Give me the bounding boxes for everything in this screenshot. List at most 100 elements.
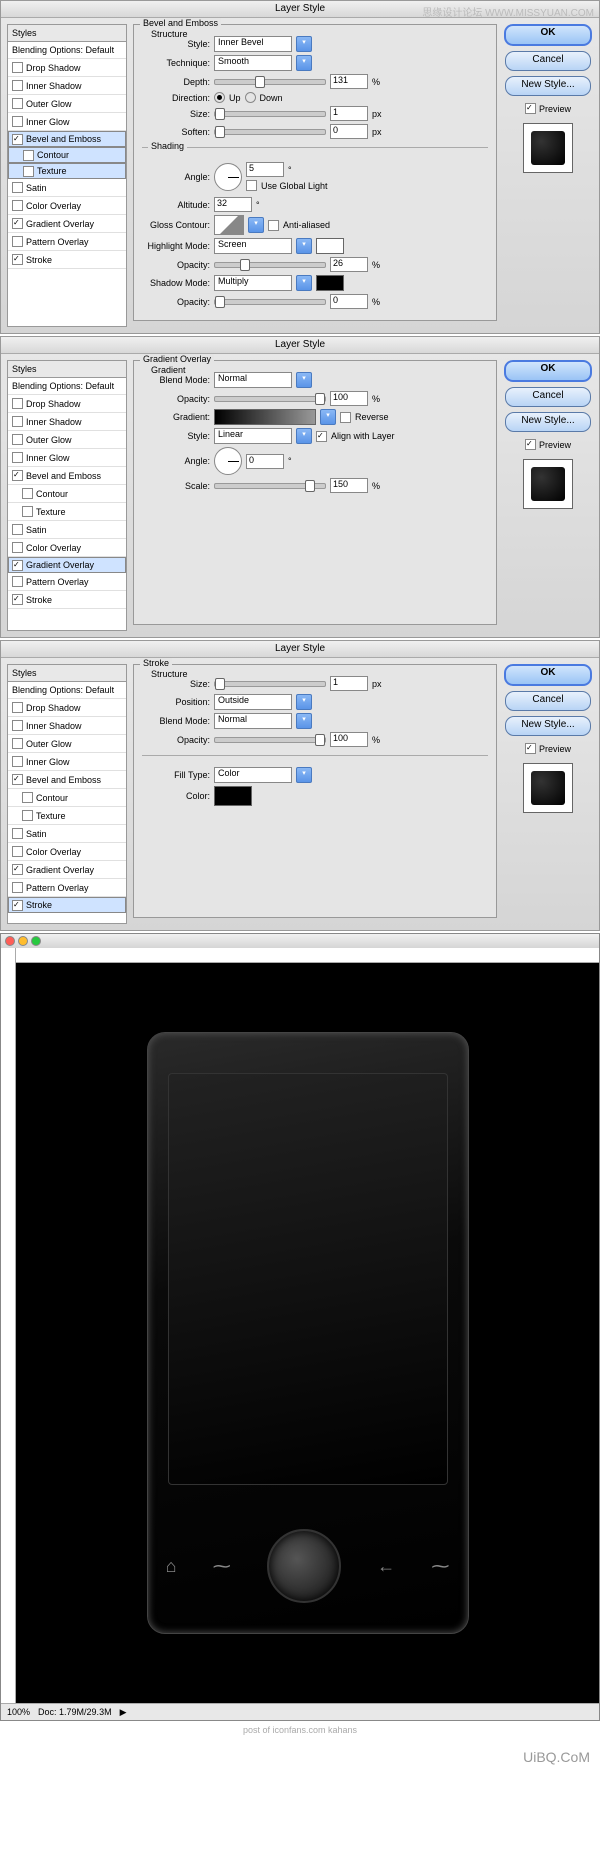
checkbox[interactable] [12, 134, 23, 145]
dropdown-icon[interactable]: ▾ [296, 767, 312, 783]
fill-type-select[interactable]: Color [214, 767, 292, 783]
cancel-button[interactable]: Cancel [505, 387, 591, 407]
hl-opacity-input[interactable]: 26 [330, 257, 368, 272]
style-outer-glow[interactable]: Outer Glow [8, 735, 126, 753]
angle-input[interactable]: 5 [246, 162, 284, 177]
style-stroke[interactable]: Stroke [8, 591, 126, 609]
new-style-button[interactable]: New Style... [505, 76, 591, 96]
preview-checkbox[interactable] [525, 439, 536, 450]
style-color-overlay[interactable]: Color Overlay [8, 197, 126, 215]
hl-opacity-slider[interactable] [214, 262, 326, 268]
depth-slider[interactable] [214, 79, 326, 85]
ok-button[interactable]: OK [504, 360, 592, 382]
checkbox[interactable] [23, 166, 34, 177]
aa-checkbox[interactable] [268, 220, 279, 231]
dropdown-icon[interactable]: ▾ [248, 217, 264, 233]
checkbox[interactable] [12, 254, 23, 265]
style-inner-shadow[interactable]: Inner Shadow [8, 717, 126, 735]
style-inner-glow[interactable]: Inner Glow [8, 449, 126, 467]
minimize-icon[interactable] [18, 936, 28, 946]
soften-slider[interactable] [214, 129, 326, 135]
zoom-level[interactable]: 100% [7, 1707, 30, 1717]
soften-input[interactable]: 0 [330, 124, 368, 139]
stroke-color-picker[interactable] [214, 786, 252, 806]
checkbox[interactable] [12, 218, 23, 229]
dropdown-icon[interactable]: ▾ [296, 713, 312, 729]
align-checkbox[interactable] [316, 431, 327, 442]
cancel-button[interactable]: Cancel [505, 691, 591, 711]
grad-style-select[interactable]: Linear [214, 428, 292, 444]
sh-opacity-input[interactable]: 0 [330, 294, 368, 309]
style-pattern-overlay[interactable]: Pattern Overlay [8, 879, 126, 897]
dropdown-icon[interactable]: ▾ [320, 409, 336, 425]
up-radio[interactable] [214, 92, 225, 103]
preview-checkbox[interactable] [525, 743, 536, 754]
checkbox[interactable] [12, 116, 23, 127]
sh-opacity-slider[interactable] [214, 299, 326, 305]
dropdown-icon[interactable]: ▾ [296, 372, 312, 388]
style-bevel-emboss[interactable]: Bevel and Emboss [8, 467, 126, 485]
dropdown-icon[interactable]: ▾ [296, 55, 312, 71]
blend-mode-select[interactable]: Normal [214, 713, 292, 729]
dropdown-icon[interactable]: ▾ [296, 275, 312, 291]
style-drop-shadow[interactable]: Drop Shadow [8, 395, 126, 413]
style-inner-shadow[interactable]: Inner Shadow [8, 77, 126, 95]
preview-checkbox[interactable] [525, 103, 536, 114]
technique-select[interactable]: Smooth [214, 55, 292, 71]
style-select[interactable]: Inner Bevel [214, 36, 292, 52]
style-inner-glow[interactable]: Inner Glow [8, 753, 126, 771]
highlight-color[interactable] [316, 238, 344, 254]
style-satin[interactable]: Satin [8, 521, 126, 539]
style-satin[interactable]: Satin [8, 179, 126, 197]
blend-mode-select[interactable]: Normal [214, 372, 292, 388]
style-outer-glow[interactable]: Outer Glow [8, 431, 126, 449]
style-gradient-overlay[interactable]: Gradient Overlay [8, 861, 126, 879]
style-bevel-emboss[interactable]: Bevel and Emboss [8, 131, 126, 147]
style-inner-shadow[interactable]: Inner Shadow [8, 413, 126, 431]
dropdown-icon[interactable]: ▾ [296, 238, 312, 254]
ok-button[interactable]: OK [504, 664, 592, 686]
style-color-overlay[interactable]: Color Overlay [8, 843, 126, 861]
size-input[interactable]: 1 [330, 106, 368, 121]
gloss-contour-picker[interactable] [214, 215, 244, 235]
position-select[interactable]: Outside [214, 694, 292, 710]
style-inner-glow[interactable]: Inner Glow [8, 113, 126, 131]
style-stroke[interactable]: Stroke [8, 897, 126, 913]
global-light-checkbox[interactable] [246, 180, 257, 191]
down-radio[interactable] [245, 92, 256, 103]
checkbox[interactable] [12, 62, 23, 73]
style-pattern-overlay[interactable]: Pattern Overlay [8, 573, 126, 591]
style-contour[interactable]: Contour [8, 485, 126, 503]
window-titlebar[interactable] [1, 934, 599, 948]
scale-input[interactable]: 150 [330, 478, 368, 493]
style-texture[interactable]: Texture [8, 503, 126, 521]
style-satin[interactable]: Satin [8, 825, 126, 843]
stroke-size-slider[interactable] [214, 681, 326, 687]
checkbox[interactable] [12, 200, 23, 211]
dropdown-icon[interactable]: ▾ [296, 694, 312, 710]
checkbox[interactable] [12, 182, 23, 193]
checkbox[interactable] [12, 236, 23, 247]
stroke-size-input[interactable]: 1 [330, 676, 368, 691]
style-contour[interactable]: Contour [8, 789, 126, 807]
reverse-checkbox[interactable] [340, 412, 351, 423]
close-icon[interactable] [5, 936, 15, 946]
opacity-slider[interactable] [214, 396, 326, 402]
ruler-vertical[interactable] [1, 948, 16, 1703]
shadow-mode-select[interactable]: Multiply [214, 275, 292, 291]
canvas-area[interactable]: ⌂ ⁓ ← ⁓ [16, 963, 599, 1703]
style-texture[interactable]: Texture [8, 163, 126, 179]
checkbox[interactable] [23, 150, 34, 161]
cancel-button[interactable]: Cancel [505, 51, 591, 71]
style-outer-glow[interactable]: Outer Glow [8, 95, 126, 113]
stroke-opacity-slider[interactable] [214, 737, 326, 743]
style-drop-shadow[interactable]: Drop Shadow [8, 699, 126, 717]
dropdown-icon[interactable]: ▾ [296, 36, 312, 52]
stroke-opacity-input[interactable]: 100 [330, 732, 368, 747]
angle-dial[interactable] [214, 447, 242, 475]
style-color-overlay[interactable]: Color Overlay [8, 539, 126, 557]
dropdown-icon[interactable]: ▾ [296, 428, 312, 444]
scale-slider[interactable] [214, 483, 326, 489]
gradient-picker[interactable] [214, 409, 316, 425]
angle-dial[interactable] [214, 163, 242, 191]
